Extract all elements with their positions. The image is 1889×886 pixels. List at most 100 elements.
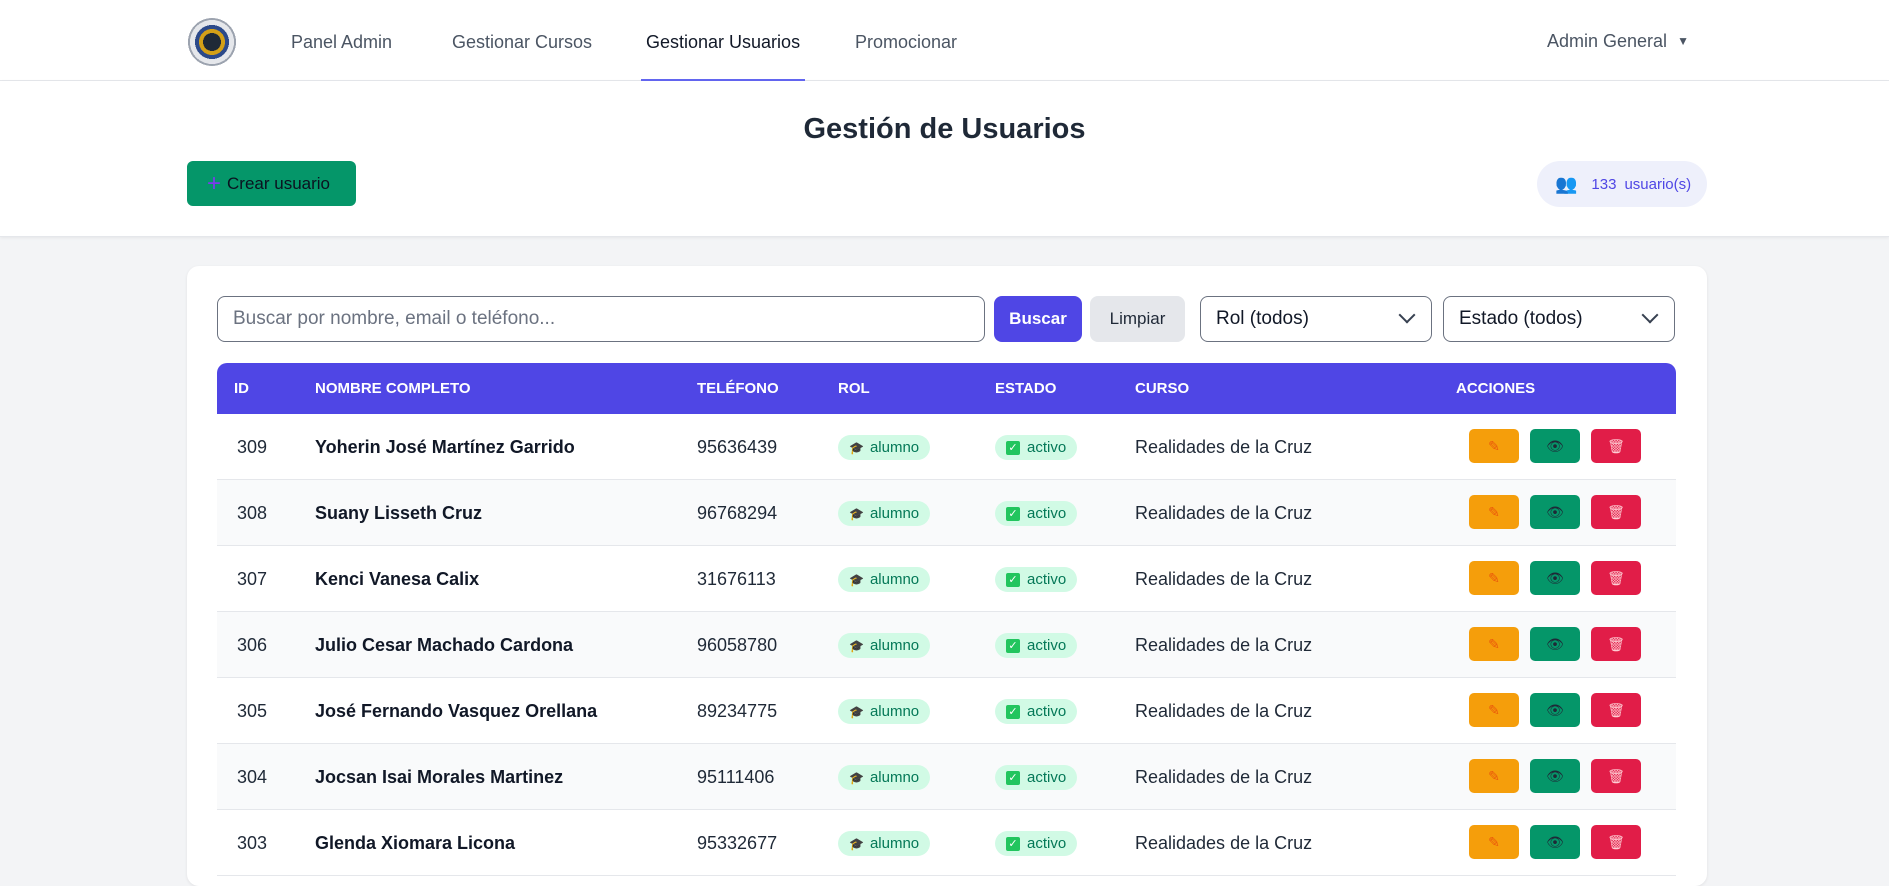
role-label: alumno	[869, 637, 920, 654]
table-row[interactable]: 304 Jocsan Isai Morales Martinez 9511140…	[217, 744, 1676, 810]
table-row[interactable]: 306 Julio Cesar Machado Cardona 96058780…	[217, 612, 1676, 678]
cell-id: 308	[237, 503, 268, 523]
role-label: alumno	[869, 703, 920, 720]
view-button[interactable]: 👁	[1530, 825, 1580, 859]
check-box-icon: ✓	[1006, 440, 1020, 455]
clear-button[interactable]: Limpiar	[1090, 296, 1185, 342]
users-table: ID Nombre completo Teléfono Rol Estado C…	[217, 363, 1676, 876]
check-box-icon: ✓	[1006, 572, 1020, 587]
th-status[interactable]: Estado	[995, 363, 1056, 414]
create-user-button[interactable]: + Crear usuario	[187, 161, 356, 206]
cell-course: Realidades de la Cruz	[1135, 503, 1313, 523]
chevron-down-icon	[1641, 306, 1659, 324]
pencil-icon: ✎	[1488, 635, 1500, 652]
user-menu[interactable]: Admin General ▼	[1547, 0, 1689, 81]
eye-icon: 👁	[1546, 833, 1564, 850]
nav-panel-admin[interactable]: Panel Admin	[291, 0, 392, 81]
edit-button[interactable]: ✎	[1469, 693, 1519, 727]
graduation-cap-icon: 🎓	[849, 506, 864, 521]
edit-button[interactable]: ✎	[1469, 429, 1519, 463]
check-box-icon: ✓	[1006, 638, 1020, 653]
delete-button[interactable]: 🗑	[1591, 495, 1641, 529]
top-navbar: Panel Admin Gestionar Cursos Gestionar U…	[0, 0, 1889, 81]
search-button[interactable]: Buscar	[994, 296, 1082, 342]
view-button[interactable]: 👁	[1530, 561, 1580, 595]
delete-button[interactable]: 🗑	[1591, 693, 1641, 727]
trash-icon: 🗑	[1607, 569, 1625, 586]
role-label: alumno	[869, 439, 920, 456]
cell-course: Realidades de la Cruz	[1135, 569, 1313, 589]
table-row[interactable]: 305 José Fernando Vasquez Orellana 89234…	[217, 678, 1676, 744]
table-body: 309 Yoherin José Martínez Garrido 956364…	[217, 414, 1676, 876]
th-course[interactable]: Curso	[1135, 363, 1189, 414]
th-name[interactable]: Nombre completo	[315, 363, 471, 414]
status-filter-select[interactable]: Estado (todos)	[1443, 296, 1675, 342]
cell-id: 303	[237, 833, 268, 853]
delete-button[interactable]: 🗑	[1591, 429, 1641, 463]
role-badge: 🎓 alumno	[838, 633, 931, 658]
users-card: Buscar Limpiar Rol (todos) Estado (todos…	[187, 266, 1707, 886]
table-row[interactable]: 307 Kenci Vanesa Calix 31676113 🎓 alumno…	[217, 546, 1676, 612]
status-badge: ✓ activo	[995, 699, 1078, 724]
edit-button[interactable]: ✎	[1469, 495, 1519, 529]
trash-icon: 🗑	[1607, 635, 1625, 652]
view-button[interactable]: 👁	[1530, 759, 1580, 793]
edit-button[interactable]: ✎	[1469, 759, 1519, 793]
edit-button[interactable]: ✎	[1469, 825, 1519, 859]
table-row[interactable]: 309 Yoherin José Martínez Garrido 956364…	[217, 414, 1676, 480]
trash-icon: 🗑	[1607, 437, 1625, 454]
eye-icon: 👁	[1546, 635, 1564, 652]
logo[interactable]	[187, 18, 237, 66]
delete-button[interactable]: 🗑	[1591, 627, 1641, 661]
view-button[interactable]: 👁	[1530, 627, 1580, 661]
th-role[interactable]: Rol	[838, 363, 870, 414]
role-label: alumno	[869, 505, 920, 522]
view-button[interactable]: 👁	[1530, 495, 1580, 529]
nav-promocionar[interactable]: Promocionar	[855, 0, 957, 81]
edit-button[interactable]: ✎	[1469, 627, 1519, 661]
delete-button[interactable]: 🗑	[1591, 561, 1641, 595]
cell-course: Realidades de la Cruz	[1135, 767, 1313, 787]
page-header: Gestión de Usuarios + Crear usuario 👥 13…	[0, 81, 1889, 237]
status-filter-value: Estado (todos)	[1459, 308, 1583, 329]
pencil-icon: ✎	[1488, 437, 1500, 454]
cell-name: Julio Cesar Machado Cardona	[315, 635, 574, 655]
cell-phone: 31676113	[697, 569, 776, 589]
nav-gestionar-cursos[interactable]: Gestionar Cursos	[452, 0, 592, 81]
status-badge: ✓ activo	[995, 501, 1078, 526]
table-row[interactable]: 303 Glenda Xiomara Licona 95332677 🎓 alu…	[217, 810, 1676, 876]
graduation-cap-icon: 🎓	[849, 704, 864, 719]
eye-icon: 👁	[1546, 701, 1564, 718]
cell-id: 304	[237, 767, 268, 787]
status-label: activo	[1027, 637, 1067, 654]
status-badge: ✓ activo	[995, 633, 1078, 658]
cell-phone: 96058780	[697, 635, 778, 655]
edit-button[interactable]: ✎	[1469, 561, 1519, 595]
role-badge: 🎓 alumno	[838, 699, 931, 724]
th-phone[interactable]: Teléfono	[697, 363, 779, 414]
cell-id: 305	[237, 701, 268, 721]
pencil-icon: ✎	[1488, 503, 1500, 520]
cell-id: 307	[237, 569, 268, 589]
trash-icon: 🗑	[1607, 767, 1625, 784]
delete-button[interactable]: 🗑	[1591, 759, 1641, 793]
nav-gestionar-usuarios[interactable]: Gestionar Usuarios	[640, 0, 806, 81]
status-label: activo	[1027, 769, 1067, 786]
status-badge: ✓ activo	[995, 831, 1078, 856]
cell-name: Kenci Vanesa Calix	[315, 569, 480, 589]
role-badge: 🎓 alumno	[838, 831, 931, 856]
user-name: Admin General	[1547, 31, 1668, 51]
user-count-suffix: usuario(s)	[1624, 175, 1692, 193]
role-filter-select[interactable]: Rol (todos)	[1200, 296, 1432, 342]
th-id[interactable]: ID	[234, 363, 249, 414]
search-input[interactable]	[217, 296, 985, 342]
eye-icon: 👁	[1546, 569, 1564, 586]
cell-phone: 89234775	[697, 701, 778, 721]
delete-button[interactable]: 🗑	[1591, 825, 1641, 859]
cell-name: Glenda Xiomara Licona	[315, 833, 516, 853]
user-count-badge: 👥 133 usuario(s)	[1537, 161, 1707, 207]
view-button[interactable]: 👁	[1530, 429, 1580, 463]
view-button[interactable]: 👁	[1530, 693, 1580, 727]
table-row[interactable]: 308 Suany Lisseth Cruz 96768294 🎓 alumno…	[217, 480, 1676, 546]
role-badge: 🎓 alumno	[838, 765, 931, 790]
